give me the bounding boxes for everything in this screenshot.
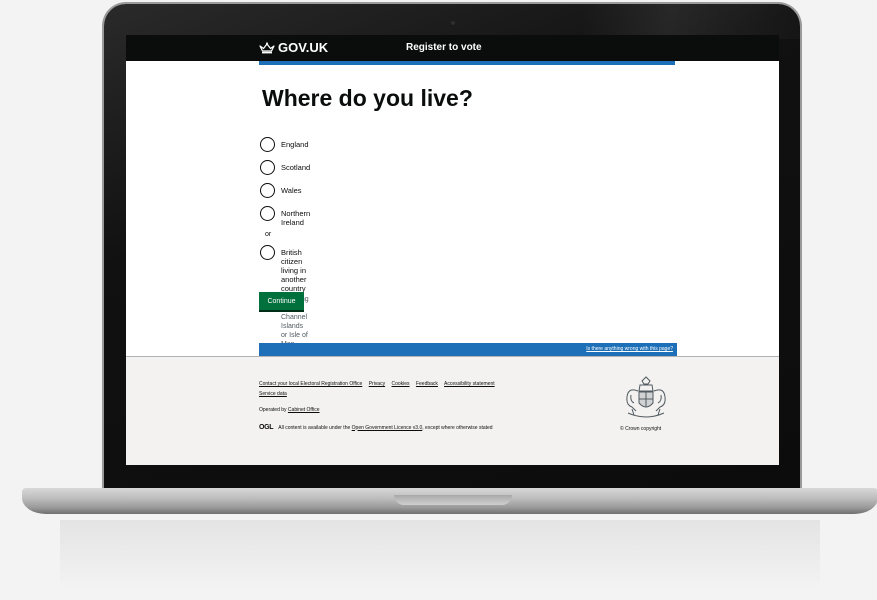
header-blue-bar [259, 61, 675, 65]
radio-button[interactable] [260, 160, 275, 175]
page-title: Where do you live? [262, 85, 473, 111]
radio-option-northern-ireland[interactable]: Northern Ireland [260, 206, 310, 227]
footer-link-service-data[interactable]: Service data [259, 391, 287, 397]
radio-label: British citizen living in another countr… [281, 248, 307, 293]
feedback-bar: Is there anything wrong with this page? [259, 343, 677, 356]
radio-label: England [281, 140, 309, 149]
footer-link-accessibility[interactable]: Accessibility statement [444, 381, 495, 387]
royal-crest-icon [626, 376, 666, 418]
radio-option-england[interactable]: England [260, 137, 309, 152]
licence-notice: OGL All content is available under the O… [259, 424, 493, 431]
ogl-licence-link[interactable]: Open Government Licence v3.0 [352, 425, 423, 431]
operated-prefix: Operated by [259, 407, 287, 413]
radio-label: Scotland [281, 163, 311, 172]
lid-glare [584, 4, 800, 39]
crown-icon [259, 41, 275, 53]
continue-button[interactable]: Continue [259, 292, 304, 310]
or-divider: or [265, 231, 272, 238]
camera-icon [450, 20, 456, 26]
radio-label: Northern Ireland [281, 209, 311, 227]
laptop-screen: GOV.UK Register to vote Where do you liv… [126, 35, 779, 465]
ogl-icon: OGL [259, 424, 274, 431]
service-name-link[interactable]: Register to vote [406, 42, 482, 53]
operated-by: Operated by Cabinet Office [259, 407, 320, 413]
footer-link-ero[interactable]: Contact your local Electoral Registratio… [259, 381, 362, 387]
licence-suffix: , except where otherwise stated [422, 424, 493, 431]
radio-button[interactable] [260, 245, 275, 260]
footer-link-feedback[interactable]: Feedback [416, 381, 438, 387]
crown-copyright[interactable]: © Crown copyright [620, 426, 661, 432]
footer-link-privacy[interactable]: Privacy [369, 381, 385, 387]
laptop-notch [394, 495, 512, 505]
radio-option-wales[interactable]: Wales [260, 183, 302, 198]
footer-link-cookies[interactable]: Cookies [391, 381, 409, 387]
footer-links: Contact your local Electoral Registratio… [259, 379, 500, 399]
radio-button[interactable] [260, 206, 275, 221]
radio-button[interactable] [260, 137, 275, 152]
radio-button[interactable] [260, 183, 275, 198]
govuk-logo[interactable]: GOV.UK [259, 40, 328, 55]
report-problem-link[interactable]: Is there anything wrong with this page? [586, 346, 673, 352]
logo-text: GOV.UK [278, 40, 329, 55]
radio-option-scotland[interactable]: Scotland [260, 160, 310, 175]
cabinet-office-link[interactable]: Cabinet Office [288, 407, 320, 413]
footer: Contact your local Electoral Registratio… [126, 356, 779, 465]
laptop-reflection [60, 520, 820, 590]
govuk-header: GOV.UK Register to vote [126, 35, 779, 61]
licence-prefix: All content is available under the [278, 424, 351, 431]
radio-label: Wales [281, 186, 302, 195]
